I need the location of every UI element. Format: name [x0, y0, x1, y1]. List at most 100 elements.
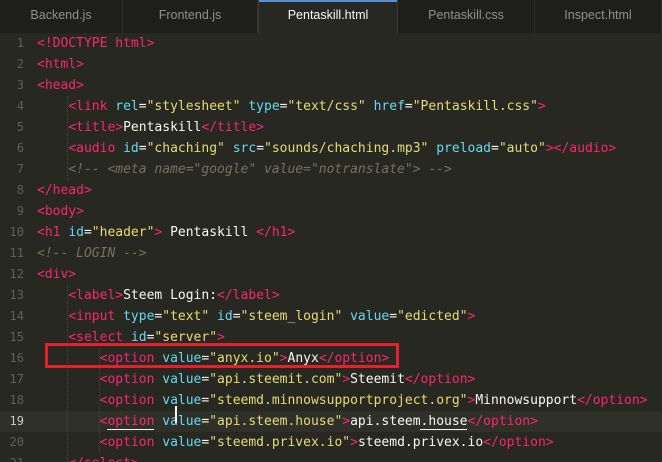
code-token: "text/css"	[287, 99, 366, 114]
text-cursor	[175, 406, 177, 423]
code-token: value	[162, 372, 202, 387]
code-token: id	[123, 141, 139, 156]
code-token: =	[389, 309, 398, 324]
code-token: =	[232, 309, 241, 324]
code-token: >	[342, 414, 351, 429]
code-token: <!DOCTYPE html>	[37, 36, 155, 51]
code-token: Pentaskill	[123, 120, 202, 135]
code-token: <!-- <meta name="google" value="notransl…	[68, 162, 452, 177]
code-line[interactable]: 3 <head>	[0, 75, 662, 96]
code-line[interactable]: 6 <audio id="chaching" src="sounds/chach…	[0, 138, 662, 159]
code-token: >	[350, 435, 358, 450]
code-line[interactable]: 4 <link rel="stylesheet" type="text/css"…	[0, 96, 662, 117]
indent-guide	[67, 285, 69, 462]
code-line[interactable]: 5 <title>Pentaskill</title>	[0, 117, 662, 138]
line-code: <option value="steemd.minnowsupportproje…	[37, 390, 648, 411]
code-token: =	[138, 141, 147, 156]
code-line[interactable]: 8 </head>	[0, 180, 662, 201]
code-token: "edicted"	[397, 309, 468, 324]
line-code: <audio id="chaching" src="sounds/chachin…	[37, 138, 616, 159]
code-token: "api.steemit.com"	[209, 372, 343, 387]
code-line[interactable]: 12 <div>	[0, 264, 662, 285]
code-token: value	[162, 435, 202, 450]
code-token: src	[232, 141, 257, 156]
line-code: <head>	[37, 75, 84, 96]
code-line[interactable]: 2 <html>	[0, 54, 662, 75]
line-code: </select>	[37, 453, 138, 462]
code-token: <html>	[37, 57, 84, 72]
line-code: <link rel="stylesheet" type="text/css" h…	[37, 96, 545, 117]
code-line[interactable]: 7 <!-- <meta name="google" value="notran…	[0, 159, 662, 180]
code-token: "stylesheet"	[146, 99, 241, 114]
highlight-annotation-box	[45, 343, 399, 368]
code-token: Steemit	[350, 372, 405, 387]
code-token: =	[404, 99, 413, 114]
line-number: 16	[9, 351, 24, 365]
code-token: =	[491, 141, 499, 156]
code-line[interactable]: 13 <label>Steem Login:</label>	[0, 285, 662, 306]
code-token: </head>	[37, 183, 92, 198]
tag-match-underline	[420, 429, 468, 430]
code-token: Minnowsupport	[475, 393, 578, 408]
code-token: <body>	[37, 204, 84, 219]
code-token: </title>	[201, 120, 265, 135]
code-token: </option>	[483, 435, 554, 450]
code-token: "steemd.privex.io"	[209, 435, 351, 450]
code-token: "api.steem.house"	[209, 414, 343, 429]
line-number: 8	[16, 183, 24, 197]
code-line[interactable]: 21 </select>	[0, 453, 662, 462]
code-token: <link	[68, 99, 116, 114]
code-token: </option>	[467, 414, 538, 429]
line-number: 15	[9, 330, 24, 344]
code-token: <title>	[68, 120, 124, 135]
code-token: "Pentaskill.css"	[412, 99, 538, 114]
code-token: <option	[99, 414, 163, 429]
line-number: 3	[16, 78, 24, 92]
code-token: ></audio>	[545, 141, 617, 156]
line-number: 18	[9, 393, 24, 407]
indent-guide	[67, 96, 69, 180]
tab-inspect-html[interactable]: Inspect.html	[535, 0, 662, 33]
line-code: <h1 id="header"> Pentaskill </h1>	[37, 222, 295, 243]
line-number: 21	[0, 453, 24, 462]
line-number: 12	[9, 267, 24, 281]
code-editor[interactable]: 1 <!DOCTYPE html> 2 <html> 3 <head> 4 <link re…	[0, 33, 662, 462]
code-line[interactable]: 11 <!-- LOGIN -->	[0, 243, 662, 264]
code-token: <label>	[68, 288, 124, 303]
code-token: =	[138, 99, 147, 114]
code-token: api.steem.house	[350, 414, 468, 429]
line-number: 4	[16, 99, 24, 113]
code-line[interactable]: 10 <h1 id="header"> Pentaskill </h1>	[0, 222, 662, 243]
code-token: <div>	[37, 267, 77, 282]
tab-backend-js[interactable]: Backend.js	[0, 0, 123, 33]
code-token: preload	[436, 141, 492, 156]
code-token: steemd.privex.io	[357, 435, 484, 450]
tab-pentaskill-html[interactable]: Pentaskill.html	[258, 0, 398, 33]
code-line[interactable]: 9 <body>	[0, 201, 662, 222]
code-line[interactable]: 1 <!DOCTYPE html>	[0, 33, 662, 54]
line-code: <!-- LOGIN -->	[37, 243, 147, 264]
tab-frontend-js[interactable]: Frontend.js	[123, 0, 258, 33]
line-code: <input type="text" id="steem_login" valu…	[37, 306, 475, 327]
code-token: <head>	[37, 78, 84, 93]
code-token: <input	[68, 309, 124, 324]
code-token: rel	[115, 99, 139, 114]
code-token: "text"	[162, 309, 210, 324]
line-number: 13	[9, 288, 24, 302]
code-token: <!-- LOGIN -->	[37, 246, 147, 261]
code-token: </option>	[577, 393, 648, 408]
code-line[interactable]: 14 <input type="text" id="steem_login" v…	[0, 306, 662, 327]
line-number: 14	[9, 309, 24, 323]
code-token: id	[68, 225, 84, 240]
tab-pentaskill-css[interactable]: Pentaskill.css	[398, 0, 535, 33]
